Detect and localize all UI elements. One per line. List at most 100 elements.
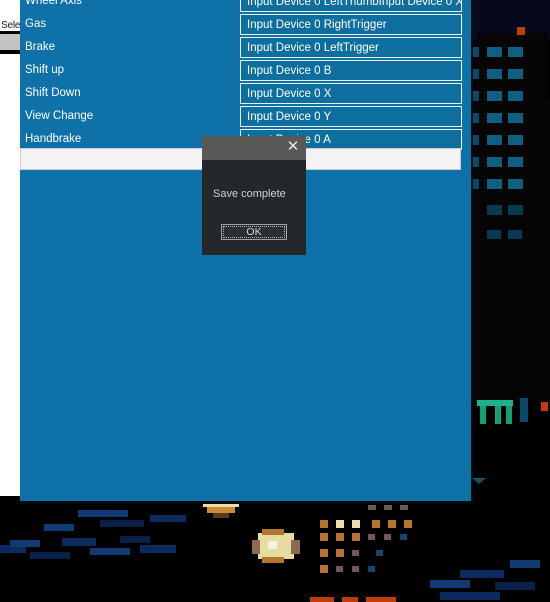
table-row[interactable]: Gas Input Device 0 RightTrigger — [20, 13, 473, 36]
pixel-grid-cell — [320, 533, 328, 541]
close-icon[interactable]: ✕ — [284, 138, 302, 156]
dialog-message: Save complete — [213, 188, 286, 200]
binding-value-button[interactable]: Input Device 0 LeftTrigger — [240, 37, 462, 58]
debris — [460, 570, 504, 578]
debris — [44, 524, 74, 531]
dialog-body: Save complete OK — [202, 160, 306, 255]
pixel-grid-cell — [400, 534, 407, 540]
tower-window — [508, 157, 523, 167]
ok-button[interactable]: OK — [221, 224, 287, 240]
object-sprite — [262, 557, 284, 563]
tower-window — [487, 205, 502, 215]
pixel-grid-cell — [320, 549, 328, 557]
pixel-grid-cell — [336, 520, 344, 528]
debris — [140, 545, 176, 553]
pixel-grid-cell — [310, 597, 334, 602]
structure-bar — [495, 406, 501, 424]
pixel-grid-cell — [368, 534, 375, 540]
pixel-grid-cell — [388, 520, 396, 528]
structure-bar — [480, 406, 486, 424]
pixel-grid-cell — [336, 533, 344, 541]
pixel-grid-cell — [352, 520, 360, 528]
binding-value-button[interactable]: Input Device 0 LeftThumbInput Device 0 X… — [240, 0, 462, 12]
object-sprite — [262, 529, 284, 535]
pixel-grid-cell — [320, 520, 328, 528]
tower-window — [508, 179, 523, 189]
table-row[interactable]: Shift Down Input Device 0 X — [20, 82, 473, 105]
pixel-grid-cell — [336, 549, 344, 557]
tower-window — [487, 179, 502, 189]
tower-window — [487, 113, 502, 123]
table-row[interactable]: Wheel Axis Input Device 0 LeftThumbInput… — [20, 0, 473, 13]
table-row[interactable]: Shift up Input Device 0 B — [20, 59, 473, 82]
tower-window — [487, 91, 502, 101]
object-sprite — [252, 540, 260, 554]
left-edge-panel: Sele — [0, 0, 21, 496]
debris — [440, 592, 500, 600]
debris — [510, 560, 540, 568]
night-sky-upper — [476, 0, 550, 35]
pixel-grid-cell — [366, 597, 396, 602]
strip-gray-block — [0, 34, 21, 50]
tower-window — [508, 230, 522, 239]
tower-window — [487, 157, 502, 167]
binding-value-button[interactable]: Input Device 0 Y — [240, 106, 462, 127]
debris — [100, 520, 144, 527]
pixel-grid-cell — [352, 566, 359, 572]
pixel-grid-cell — [368, 566, 375, 572]
object-highlight — [268, 541, 277, 549]
debris — [90, 548, 130, 555]
binding-value-button[interactable]: Input Device 0 RightTrigger — [240, 14, 462, 35]
debris — [30, 552, 70, 559]
structure-bar — [506, 406, 512, 424]
structure-light — [541, 402, 548, 411]
tower-window — [508, 205, 523, 215]
pixel-grid-cell — [352, 533, 360, 541]
debris — [150, 515, 186, 522]
binding-action-label: Shift Down — [25, 87, 81, 99]
binding-action-label: Brake — [25, 41, 56, 53]
pixel-grid-cell — [352, 550, 359, 556]
structure-bar — [520, 398, 528, 422]
tower-window — [508, 91, 523, 101]
tower-window — [508, 113, 523, 123]
dialog-titlebar: ✕ — [202, 136, 306, 160]
pixel-grid-cell — [400, 505, 408, 510]
binding-action-label: Wheel Axis — [25, 0, 82, 7]
pixel-grid-cell — [342, 597, 358, 602]
binding-action-label: Gas — [25, 18, 47, 30]
tower-window — [487, 135, 502, 145]
binding-value-button[interactable]: Input Device 0 X — [240, 83, 462, 104]
object-sprite — [291, 540, 300, 554]
pixel-grid-cell — [368, 505, 376, 510]
pixel-grid-cell — [384, 505, 392, 510]
debris — [62, 538, 96, 546]
tower-window — [508, 135, 523, 145]
table-row[interactable]: Brake Input Device 0 LeftTrigger — [20, 36, 473, 59]
binding-action-label: Shift up — [25, 64, 64, 76]
pixel-grid-cell — [320, 565, 328, 573]
debris — [120, 536, 150, 543]
tower-window — [487, 69, 502, 79]
debris — [430, 580, 470, 588]
debris — [495, 582, 535, 590]
tower-window — [508, 47, 523, 57]
binding-value-button[interactable]: Input Device 0 B — [240, 60, 462, 81]
vehicle-sprite-top — [213, 513, 229, 518]
pixel-grid-cell — [372, 520, 380, 528]
table-row[interactable]: View Change Input Device 0 Y — [20, 105, 473, 128]
debris — [78, 510, 128, 517]
tower-window — [487, 230, 501, 239]
chevron-down-icon[interactable] — [472, 478, 486, 484]
strip-divider-bottom — [0, 50, 21, 54]
beacon-light-icon — [517, 27, 525, 35]
bindings-list: Wheel Axis Input Device 0 LeftThumbInput… — [20, 0, 473, 151]
ok-button-label: OK — [246, 226, 262, 238]
binding-action-label: View Change — [25, 110, 94, 122]
pixel-grid-cell — [404, 520, 412, 528]
screen: Sele Wheel Axis Input Device 0 LeftThumb… — [0, 0, 550, 602]
tower-window — [508, 69, 523, 79]
select-label: Sele — [1, 20, 21, 31]
building-tower-lower — [470, 100, 550, 400]
pixel-grid-cell — [336, 566, 343, 572]
